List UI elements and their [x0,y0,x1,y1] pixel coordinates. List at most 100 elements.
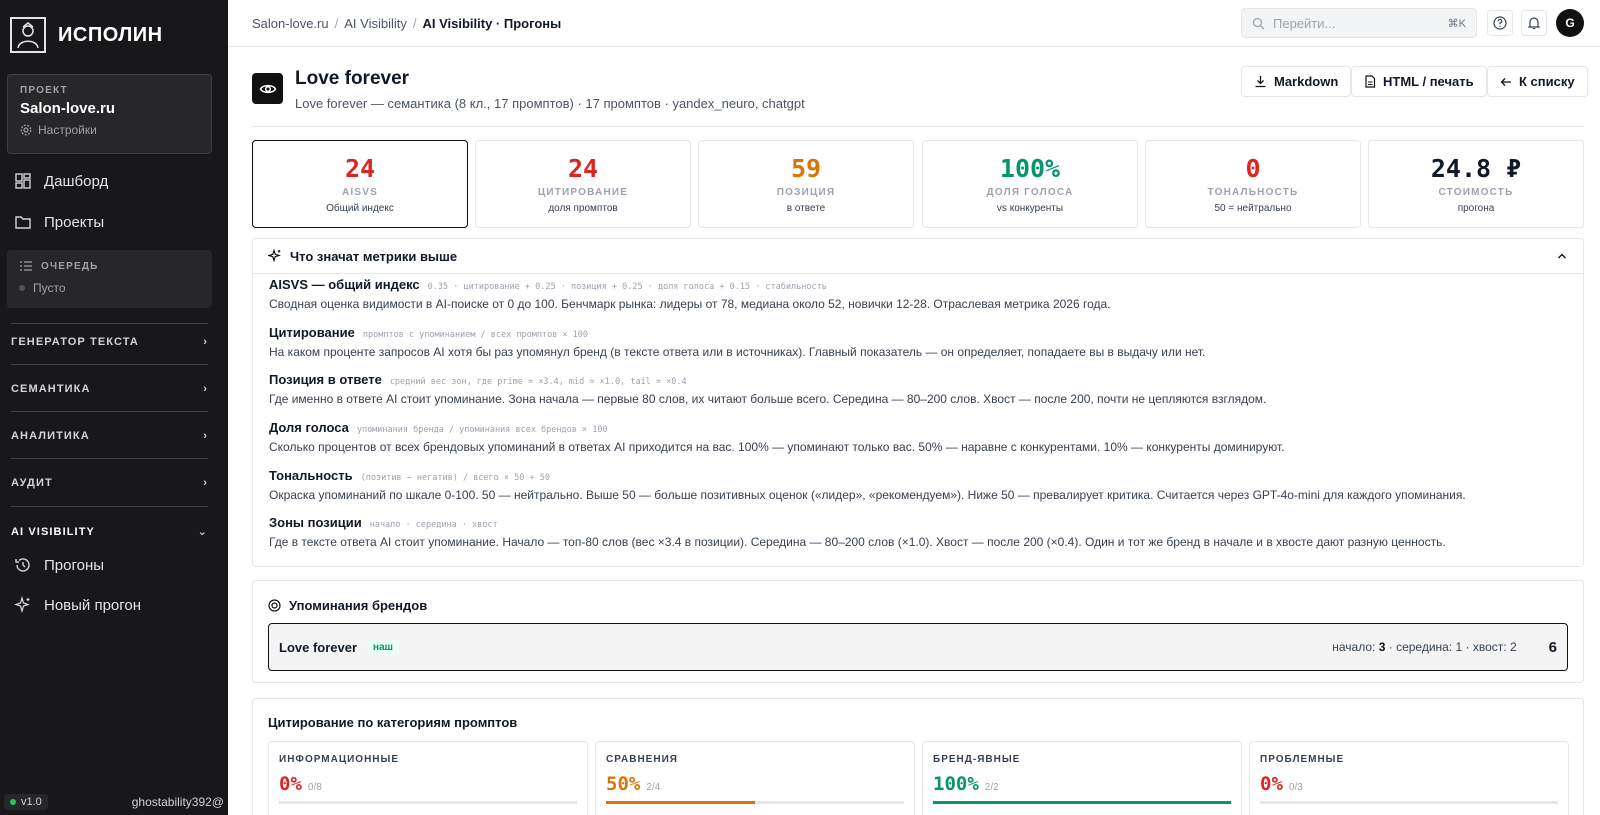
help-icon [1493,16,1507,30]
explanation-item-formula: 0.35 · цитирование + 0.25 · позиция + 0.… [427,282,827,292]
brand-row[interactable]: Love forever наш начало: 3 · середина: 1… [268,623,1568,671]
chevron-right-icon: › [203,336,208,348]
metric-description: прогона [1457,203,1495,214]
category-progress-bar [1260,801,1558,804]
section-label: АУДИТ [11,477,53,489]
metric-share-of-voice[interactable]: 100% ДОЛЯ ГОЛОСА vs конкуренты [922,140,1138,228]
category-progress-fill [606,801,755,804]
settings-label: Настройки [38,123,97,137]
sparkles-icon [14,596,31,614]
explanation-item-text: Сводная оценка видимости в AI-поиске от … [269,297,1111,311]
project-card[interactable]: ПРОЕКТ Salon-love.ru Настройки [7,74,212,154]
chevron-right-icon: › [203,477,208,489]
category-percent: 0% [279,773,302,795]
nav-projects[interactable]: Проекты [14,213,104,231]
metric-citation[interactable]: 24 ЦИТИРОВАНИЕ доля промптов [475,140,691,228]
logo[interactable]: ИСПОЛИН [10,17,163,53]
category-percent: 50% [606,773,641,795]
download-icon [1255,76,1266,88]
explanation-item-formula: (позитив − негатив) / всего × 50 + 50 [360,473,550,483]
divider [11,364,208,365]
nav-runs-label: Прогоны [44,556,105,574]
export-markdown-button[interactable]: Markdown [1241,66,1352,97]
export-html-button[interactable]: HTML / печать [1351,66,1487,97]
section-audit[interactable]: АУДИТ › [11,477,208,489]
project-settings-link[interactable]: Настройки [20,123,199,137]
export-html-label: HTML / печать [1383,74,1474,89]
category-card-comparisons[interactable]: СРАВНЕНИЯ 50% 2/4 [595,741,915,815]
metric-value: 24 [567,154,599,183]
metric-name: ТОНАЛЬНОСТЬ [1207,187,1299,198]
back-to-list-button[interactable]: К списку [1487,66,1588,97]
explanation-item: Доля голоса упоминания бренда / упоминани… [269,420,1284,454]
section-text-generator[interactable]: ГЕНЕРАТОР ТЕКСТА › [11,336,208,348]
explanation-item-title: Доля голоса [269,420,349,435]
category-card-problem[interactable]: ПРОБЛЕМНЫЕ 0% 0/3 [1249,741,1569,815]
explanation-item-text: На каком проценте запросов AI хотя бы ра… [269,345,1206,359]
metric-name: ПОЗИЦИЯ [776,187,836,198]
metric-sentiment[interactable]: 0 ТОНАЛЬНОСТЬ 50 = нейтрально [1145,140,1361,228]
category-card-informational[interactable]: ИНФОРМАЦИОННЫЕ 0% 0/8 [268,741,588,815]
breadcrumb-project[interactable]: Salon-love.ru [252,16,329,31]
explanation-item: AISVS — общий индекс 0.35 · цитирование +… [269,277,1111,311]
page-title: Love forever [295,68,410,89]
zone-tail-label: · хвост: [1465,640,1507,654]
explanation-toggle[interactable]: Что значат метрики выше [253,239,1583,274]
zone-mid-count: 1 [1455,640,1463,654]
help-button[interactable] [1487,10,1513,36]
sparkles-icon [268,249,281,263]
breadcrumb-separator: / [334,16,339,31]
chevron-right-icon: › [203,383,208,395]
explanation-item-title: Цитирование [269,325,355,340]
metric-value: 24 [344,154,376,183]
brand-mentions-panel: Упоминания брендов Love forever наш нача… [252,580,1584,683]
divider [11,506,208,507]
explanation-item-formula: упоминания бренда / упоминания всех брен… [356,425,608,435]
section-label: AI VISIBILITY [11,525,95,538]
chevron-right-icon: › [203,430,208,442]
category-card-brand-explicit[interactable]: БРЕНД-ЯВНЫЕ 100% 2/2 [922,741,1242,815]
queue-status: Пусто [33,281,66,295]
arrow-left-icon [1500,77,1511,86]
metric-value: 100% [999,154,1061,183]
category-progress-bar [933,801,1231,804]
nav-projects-label: Проекты [44,213,105,231]
explanation-title: Что значат метрики выше [290,248,458,264]
nav-dashboard[interactable]: Дашборд [14,172,108,190]
metric-description: доля промптов [548,203,618,214]
category-progress-bar [279,801,577,804]
queue-status-dot [19,285,25,291]
search-icon [1252,17,1265,29]
explanation-item-text: Окраска упоминаний по шкале 0-100. 50 — … [269,488,1466,502]
section-semantics[interactable]: СЕМАНТИКА › [11,383,208,395]
nav-new-run[interactable]: Новый прогон [14,596,141,614]
category-fraction: 0/8 [307,782,322,793]
folder-icon [15,216,31,229]
metric-position[interactable]: 59 ПОЗИЦИЯ в ответе [698,140,914,228]
online-dot [10,799,16,805]
section-ai-visibility[interactable]: AI VISIBILITY ⌄ [11,525,208,539]
divider [11,411,208,412]
section-label: СЕМАНТИКА [11,383,91,395]
breadcrumb-ai-visibility[interactable]: AI Visibility [344,16,407,31]
metric-name: СТОИМОСТЬ [1438,187,1514,198]
eye-icon [259,84,276,93]
search-input[interactable]: Перейти... ⌘K [1241,8,1477,38]
explanation-item-formula: средний вес зон, где prime = ×3.4, mid =… [389,377,687,387]
metrics-explanation-panel: Что значат метрики выше AISVS — общий ин… [252,238,1584,567]
avatar[interactable]: G [1556,9,1584,37]
metric-aisvs[interactable]: 24 AISVS Общий индекс [252,140,468,228]
metric-name: AISVS [341,187,378,198]
explanation-item-title: Зоны позиции [269,515,362,530]
nav-runs[interactable]: Прогоны [14,556,104,574]
category-name: ПРОБЛЕМНЫЕ [1260,754,1345,765]
section-analytics[interactable]: АНАЛИТИКА › [11,430,208,442]
user-email[interactable]: ghostability392@ [132,795,224,809]
explanation-item-title: AISVS — общий индекс [269,277,420,292]
divider [11,323,208,324]
explanation-item-text: Сколько процентов от всех брендовых упом… [269,440,1285,454]
brand-name: ИСПОЛИН [58,23,163,46]
explanation-item-text: Где в тексте ответа AI стоит упоминание.… [269,535,1446,549]
notifications-button[interactable] [1521,10,1547,36]
metric-cost[interactable]: 24.8 ₽ СТОИМОСТЬ прогона [1368,140,1584,228]
